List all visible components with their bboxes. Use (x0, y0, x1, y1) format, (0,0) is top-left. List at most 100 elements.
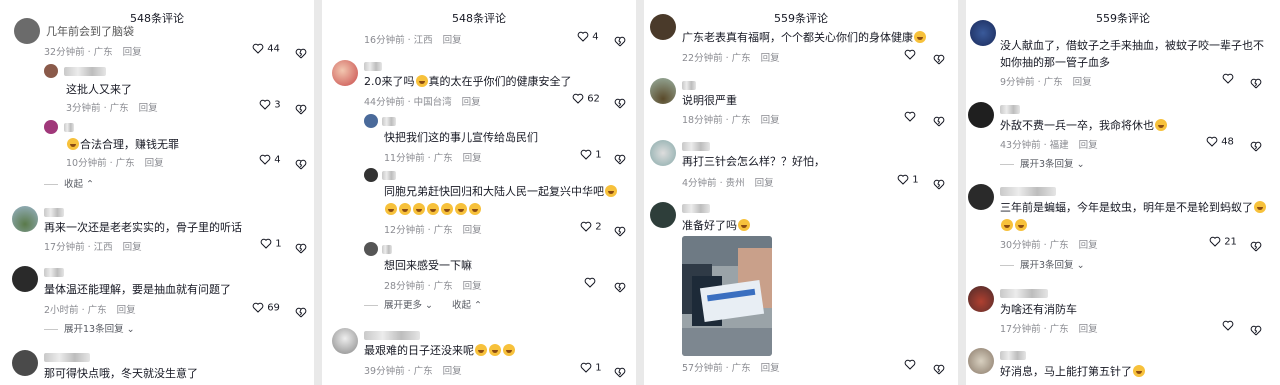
dislike-button[interactable] (295, 238, 307, 257)
dislike-button[interactable] (614, 362, 626, 381)
dislike-button[interactable] (933, 49, 945, 68)
reply-button[interactable]: 回复 (463, 225, 482, 236)
reply-button[interactable]: 回复 (1079, 324, 1098, 335)
like-count: 1 (595, 362, 602, 374)
avatar[interactable] (364, 168, 378, 182)
expand-replies-button[interactable]: 展开3条回复 ⌄ (1000, 156, 1085, 170)
like-count: 1 (912, 174, 919, 186)
dislike-button[interactable] (933, 174, 945, 193)
like-button[interactable]: 2 (580, 221, 602, 233)
avatar[interactable] (970, 20, 996, 46)
reply-button[interactable]: 回复 (1079, 140, 1098, 151)
avatar[interactable] (968, 184, 994, 210)
reply-button[interactable]: 回复 (755, 178, 774, 189)
comment-text: 广东老表真有福啊，个个都关心你们的身体健康 (682, 30, 927, 45)
avatar[interactable] (12, 266, 38, 292)
like-button[interactable]: 44 (252, 43, 280, 55)
reply-button[interactable]: 回复 (123, 47, 142, 58)
like-button[interactable] (1222, 73, 1234, 85)
emoji-icon (605, 185, 617, 197)
like-button[interactable]: 62 (572, 93, 600, 105)
reply-button[interactable]: 回复 (761, 53, 780, 64)
reply-button[interactable]: 回复 (145, 158, 164, 169)
like-button[interactable]: 1 (260, 238, 282, 250)
avatar[interactable] (364, 242, 378, 256)
avatar[interactable] (364, 114, 378, 128)
reply-button[interactable]: 回复 (463, 281, 482, 292)
expand-replies-button[interactable]: 展开3条回复 ⌄ (1000, 257, 1085, 271)
dislike-button[interactable] (1250, 320, 1262, 339)
reply-button[interactable]: 回复 (117, 305, 136, 316)
like-button[interactable]: 1 (580, 149, 602, 161)
dislike-button[interactable] (933, 111, 945, 130)
like-button[interactable] (904, 111, 916, 123)
comment-text: 几年前会到了脑袋 (46, 25, 134, 38)
dislike-button[interactable] (1250, 236, 1262, 255)
like-count: 48 (1221, 136, 1234, 148)
avatar[interactable] (650, 140, 676, 166)
reply-button[interactable]: 回复 (1073, 77, 1092, 88)
reply-button[interactable]: 回复 (123, 242, 142, 253)
emoji-icon (1133, 365, 1145, 377)
avatar[interactable] (650, 202, 676, 228)
avatar[interactable] (332, 60, 358, 86)
reply-item: 快把我们这的事儿宣传给岛民们 11分钟前 · 广东 回复 1 (322, 110, 636, 165)
reply-button[interactable]: 回复 (761, 115, 780, 126)
reply-button[interactable]: 回复 (443, 366, 462, 377)
reply-button[interactable]: 回复 (1079, 240, 1098, 251)
dislike-button[interactable] (933, 359, 945, 378)
avatar[interactable] (12, 350, 38, 376)
avatar[interactable] (14, 18, 40, 44)
like-button[interactable] (1222, 320, 1234, 332)
like-button[interactable]: 69 (252, 302, 280, 314)
like-button[interactable]: 3 (259, 99, 281, 111)
like-button[interactable]: 21 (1209, 236, 1237, 248)
comment-meta: 17分钟前 · 广东 回复 (1000, 324, 1098, 335)
comment-panel-1: 548条评论 几年前会到了脑袋 32分钟前 · 广东 回复 44 这批人又来了 3… (0, 0, 314, 385)
avatar[interactable] (650, 78, 676, 104)
comment-screenshots: 548条评论 几年前会到了脑袋 32分钟前 · 广东 回复 44 这批人又来了 3… (0, 0, 1280, 385)
like-count: 62 (587, 93, 600, 105)
collapse-replies-button[interactable]: 收起 ⌃ (44, 176, 94, 190)
dislike-button[interactable] (614, 277, 626, 296)
dislike-button[interactable] (1250, 136, 1262, 155)
expand-more-button[interactable]: 展开更多 ⌄ (364, 297, 433, 311)
reply-button[interactable]: 回复 (462, 97, 481, 108)
comment-text: 再来一次还是老老实实的，骨子里的听话 (44, 221, 242, 234)
avatar[interactable] (44, 120, 58, 134)
broken-heart-icon (933, 49, 945, 68)
like-count: 44 (267, 43, 280, 55)
like-button[interactable]: 4 (577, 31, 599, 43)
reply-button[interactable]: 回复 (139, 103, 158, 114)
avatar[interactable] (968, 102, 994, 128)
reply-button[interactable]: 回复 (463, 153, 482, 164)
avatar[interactable] (44, 64, 58, 78)
collapse-replies-button[interactable]: 收起 ⌃ (452, 297, 482, 311)
like-button[interactable]: 4 (259, 154, 281, 166)
username (44, 268, 64, 277)
heart-outline-icon (1209, 236, 1221, 248)
dislike-button[interactable] (1250, 73, 1262, 92)
reply-item: 同胞兄弟赶快回归和大陆人民一起复兴中华吧 12分钟前 · 广东 回复 2 (322, 164, 636, 238)
like-button[interactable]: 1 (580, 362, 602, 374)
reply-button[interactable]: 回复 (443, 35, 462, 46)
like-button[interactable] (904, 49, 916, 61)
expand-replies-button[interactable]: 展开13条回复 ⌄ (44, 321, 135, 335)
dislike-button[interactable] (614, 31, 626, 50)
heart-outline-icon (1222, 73, 1234, 85)
dislike-button[interactable] (295, 302, 307, 321)
like-button[interactable]: 1 (897, 174, 919, 186)
attached-photo[interactable] (682, 236, 772, 356)
reply-button[interactable]: 回复 (761, 363, 780, 374)
like-button[interactable] (904, 359, 916, 371)
like-button[interactable]: 48 (1206, 136, 1234, 148)
emoji-icon (1001, 219, 1013, 231)
avatar[interactable] (12, 206, 38, 232)
heart-outline-icon (577, 31, 589, 43)
like-button[interactable] (584, 277, 596, 289)
avatar[interactable] (650, 14, 676, 40)
dislike-button[interactable] (295, 154, 307, 173)
avatar[interactable] (968, 286, 994, 312)
avatar[interactable] (332, 328, 358, 354)
avatar[interactable] (968, 348, 994, 374)
